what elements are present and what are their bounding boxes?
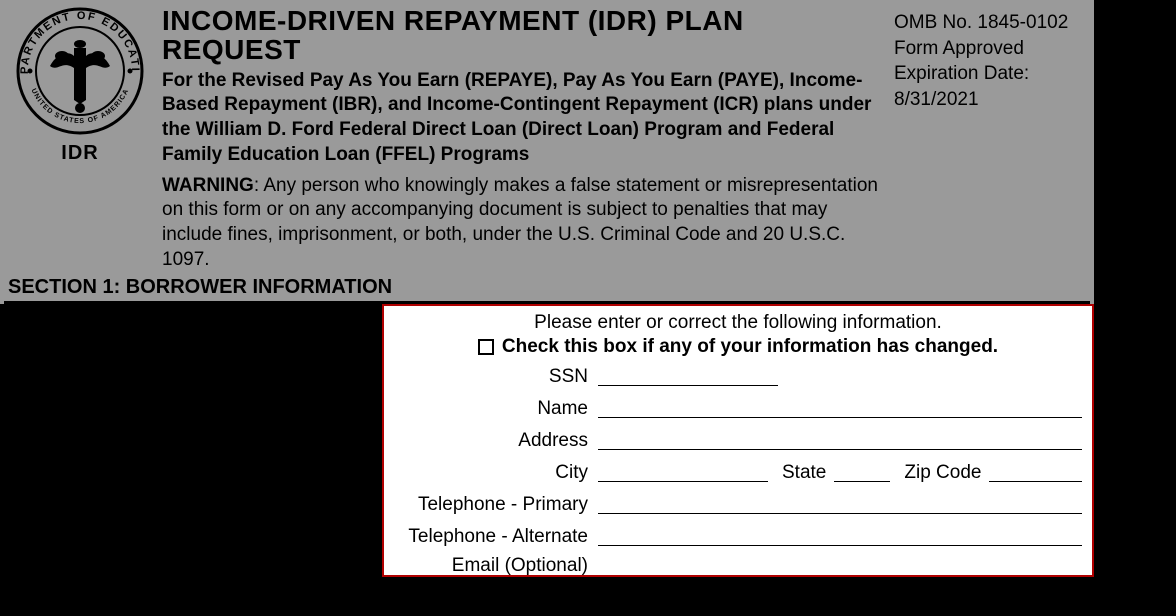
seal-column: DEPARTMENT OF EDUCATION UNITED STATES OF… <box>10 6 150 272</box>
info-changed-checkbox[interactable] <box>478 339 494 355</box>
omb-expiration-date: 8/31/2021 <box>894 87 1084 113</box>
info-changed-row: Check this box if any of your informatio… <box>394 336 1082 358</box>
ssn-label: SSN <box>394 367 598 386</box>
omb-expiration-label: Expiration Date: <box>894 61 1084 87</box>
tel-primary-field[interactable] <box>598 492 1082 514</box>
warning-text: WARNING: Any person who knowingly makes … <box>162 174 882 273</box>
page-root: DEPARTMENT OF EDUCATION UNITED STATES OF… <box>0 0 1176 616</box>
info-changed-label: Check this box if any of your informatio… <box>502 336 998 358</box>
omb-column: OMB No. 1845-0102 Form Approved Expirati… <box>894 6 1084 272</box>
tel-primary-row: Telephone - Primary <box>394 492 1082 514</box>
state-field[interactable] <box>834 460 890 482</box>
tel-alternate-label: Telephone - Alternate <box>394 527 598 546</box>
address-row: Address <box>394 428 1082 450</box>
warning-label: WARNING <box>162 175 254 196</box>
name-label: Name <box>394 399 598 418</box>
form-instruction: Please enter or correct the following in… <box>394 312 1082 334</box>
name-field[interactable] <box>598 396 1082 418</box>
section-1-heading: SECTION 1: BORROWER INFORMATION <box>4 272 1090 304</box>
city-label: City <box>394 463 598 482</box>
address-field[interactable] <box>598 428 1082 450</box>
header-row: DEPARTMENT OF EDUCATION UNITED STATES OF… <box>4 6 1090 272</box>
borrower-info-form: Please enter or correct the following in… <box>382 304 1094 577</box>
idr-label: IDR <box>61 142 98 165</box>
header-section: DEPARTMENT OF EDUCATION UNITED STATES OF… <box>0 0 1094 304</box>
warning-body: : Any person who knowingly makes a false… <box>162 175 878 270</box>
state-label: State <box>768 463 834 482</box>
address-label: Address <box>394 431 598 450</box>
omb-number: OMB No. 1845-0102 <box>894 10 1084 36</box>
form-subtitle: For the Revised Pay As You Earn (REPAYE)… <box>162 69 882 168</box>
city-state-zip-row: City State Zip Code <box>394 460 1082 482</box>
tel-alternate-row: Telephone - Alternate <box>394 524 1082 546</box>
zip-field[interactable] <box>989 460 1082 482</box>
name-row: Name <box>394 396 1082 418</box>
omb-approved: Form Approved <box>894 36 1084 62</box>
email-label: Email (Optional) <box>394 556 598 575</box>
city-field[interactable] <box>598 460 768 482</box>
doe-seal-icon: DEPARTMENT OF EDUCATION UNITED STATES OF… <box>15 6 145 136</box>
ssn-row: SSN <box>394 364 1082 386</box>
ssn-field[interactable] <box>598 364 778 386</box>
email-row: Email (Optional) <box>394 556 1082 569</box>
title-column: INCOME-DRIVEN REPAYMENT (IDR) PLAN REQUE… <box>162 6 882 272</box>
form-title: INCOME-DRIVEN REPAYMENT (IDR) PLAN REQUE… <box>162 6 882 65</box>
zip-label: Zip Code <box>890 463 989 482</box>
tel-alternate-field[interactable] <box>598 524 1082 546</box>
tel-primary-label: Telephone - Primary <box>394 495 598 514</box>
